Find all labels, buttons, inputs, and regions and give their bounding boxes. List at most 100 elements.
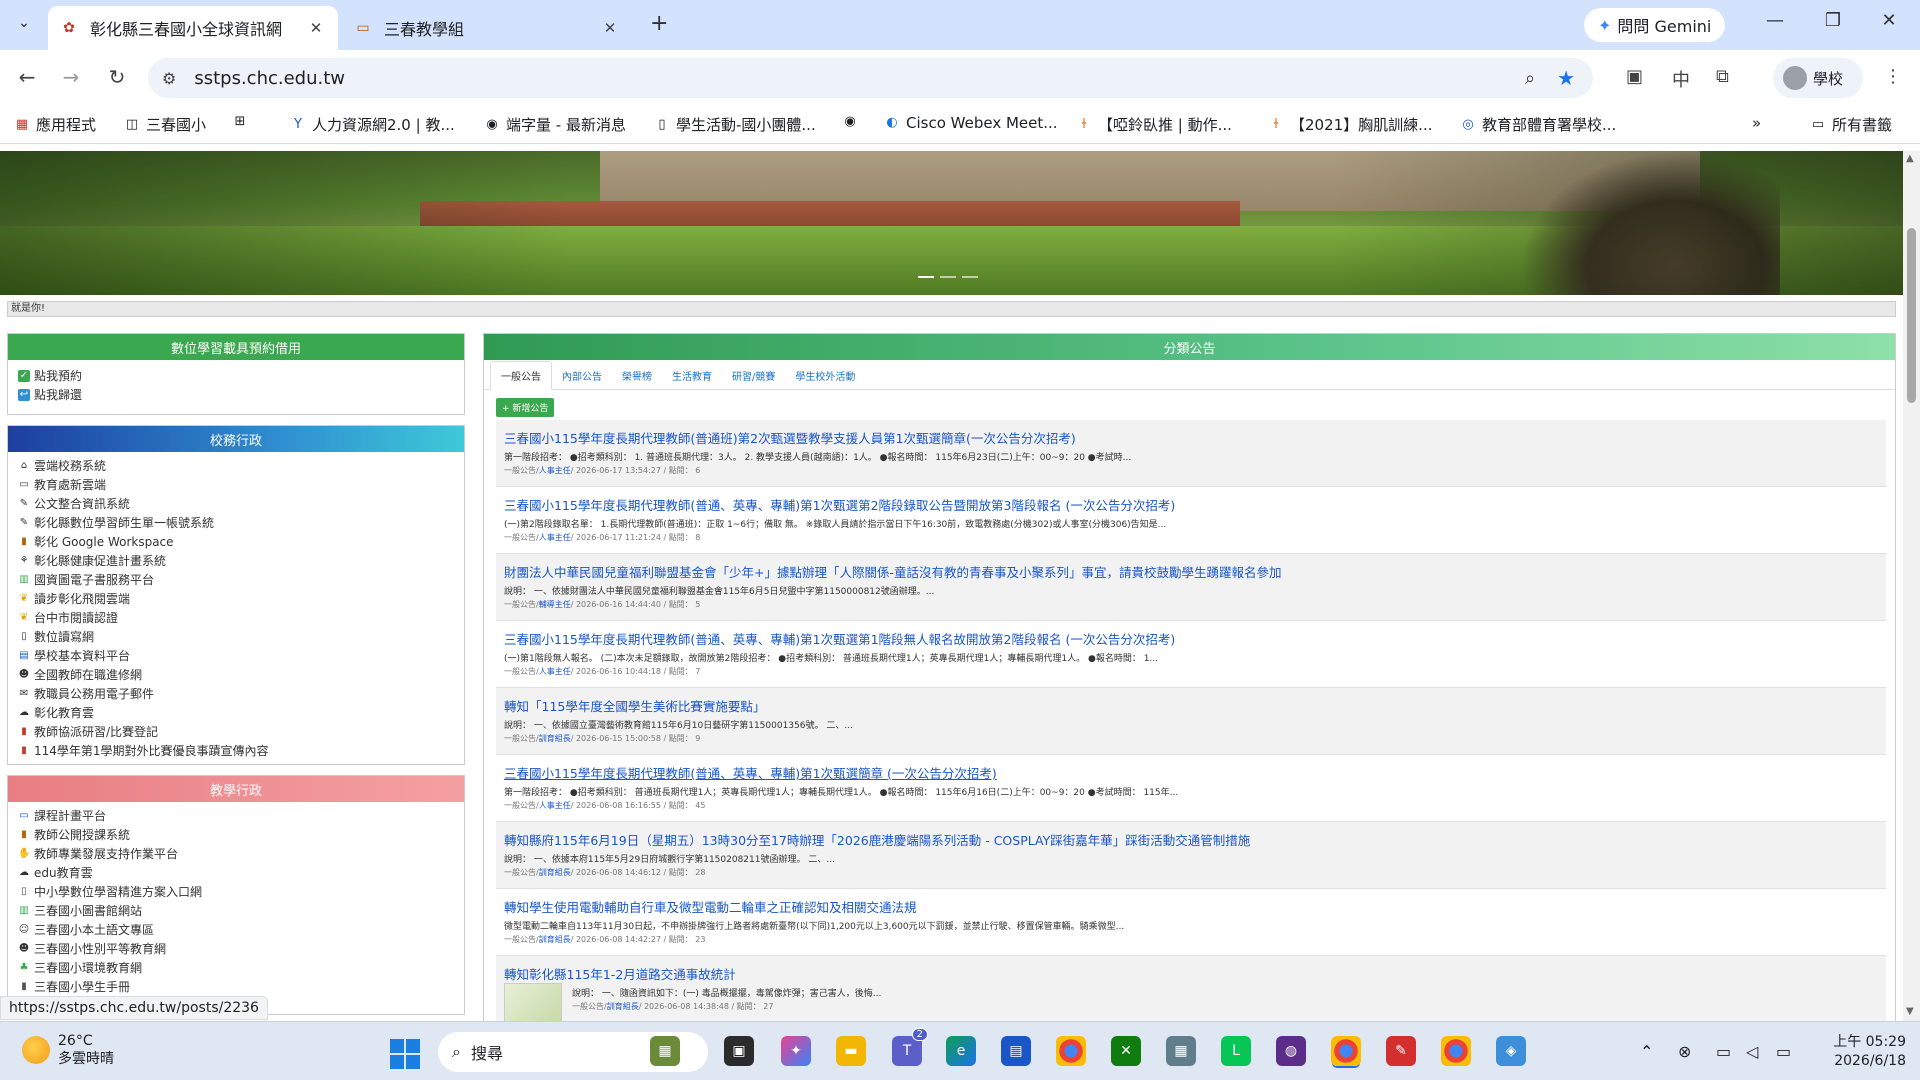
tab-outside-activity[interactable]: 學生校外活動 bbox=[785, 362, 865, 389]
pdf-reader-icon[interactable]: ✎ bbox=[1386, 1036, 1416, 1066]
bookmark-dumbbell[interactable]: ɫ 【啞鈴臥推 | 動作... bbox=[1076, 114, 1231, 135]
volume-icon[interactable]: ◁ bbox=[1746, 1042, 1758, 1061]
post-thumbnail[interactable] bbox=[504, 983, 562, 1021]
bookmark-globe[interactable]: ◉ bbox=[842, 114, 858, 130]
network-app-icon[interactable]: ◈ bbox=[1496, 1036, 1526, 1066]
bookmark-sports[interactable]: ◎ 教育部體育署學校... bbox=[1460, 114, 1616, 135]
network-icon[interactable]: ▭ bbox=[1716, 1042, 1731, 1061]
close-window-button[interactable]: ✕ bbox=[1866, 10, 1912, 31]
link-item[interactable]: ▥ 國資圖電子書服務平台 bbox=[18, 570, 454, 589]
cast-icon[interactable]: ▣ bbox=[1626, 66, 1643, 87]
reload-button[interactable]: ↻ bbox=[104, 65, 130, 89]
profile-button[interactable]: 學校 bbox=[1773, 58, 1863, 98]
tab-school-website[interactable]: ✿ 彰化縣三春國小全球資訊網 ✕ bbox=[48, 6, 338, 50]
link-item[interactable]: ✎ 公文整合資訊系統 bbox=[18, 494, 454, 513]
chrome-active-icon[interactable] bbox=[1331, 1036, 1361, 1066]
carousel-dot[interactable] bbox=[918, 276, 934, 278]
tab-general[interactable]: 一般公告 bbox=[490, 361, 552, 390]
tab-training[interactable]: 研習/競賽 bbox=[722, 362, 785, 389]
post-title[interactable]: 三春國小115學年度長期代理教師(普通、英專、專輔)第1次甄選第2階段錄取公告暨… bbox=[504, 495, 1878, 514]
more-menu-icon[interactable]: ⋮ bbox=[1884, 66, 1902, 87]
more-bookmarks-button[interactable]: » bbox=[1752, 114, 1761, 132]
close-icon[interactable]: ✕ bbox=[600, 19, 620, 37]
system-clock[interactable]: 上午 05:29 2026/6/18 bbox=[1822, 1033, 1906, 1071]
bookmark-webex[interactable]: ◐ Cisco Webex Meet... bbox=[884, 114, 1057, 132]
search-highlight-icon[interactable]: ▦ bbox=[650, 1036, 680, 1066]
new-post-button[interactable]: + 新增公告 bbox=[496, 398, 555, 417]
task-view-icon[interactable]: ▣ bbox=[724, 1036, 754, 1066]
link-item[interactable]: ▭ 教育處新雲端 bbox=[18, 475, 454, 494]
battery-icon[interactable]: ▭ bbox=[1776, 1042, 1791, 1061]
bookmark-star-icon[interactable]: ★ bbox=[1557, 66, 1575, 90]
file-explorer-icon[interactable]: ▬ bbox=[836, 1036, 866, 1066]
post-title[interactable]: 轉知「115學年度全國學生美術比賽實施要點」 bbox=[504, 696, 1878, 715]
link-item[interactable]: ▮ 彰化 Google Workspace bbox=[18, 532, 454, 551]
link-item[interactable]: ▮ 114學年第1學期對外比賽優良事蹟宣傳內容 bbox=[18, 741, 454, 760]
link-item[interactable]: ▯ 中小學數位學習精進方案入口網 bbox=[18, 882, 454, 901]
chevron-up-icon[interactable]: ⌃ bbox=[1640, 1042, 1653, 1061]
forward-button[interactable]: → bbox=[58, 65, 84, 89]
page-scrollbar[interactable]: ▲ ▼ bbox=[1903, 151, 1920, 1021]
link-item[interactable]: ▮ 三春國小學生手冊 bbox=[18, 977, 454, 996]
bookmark-student-activity[interactable]: ▯ 學生活動-國小團體... bbox=[654, 114, 815, 135]
link-item[interactable]: ⌂ 雲端校務系統 bbox=[18, 456, 454, 475]
restore-button[interactable]: ❐ bbox=[1810, 10, 1856, 31]
weather-widget[interactable]: 26°C 多雲時晴 bbox=[22, 1032, 114, 1068]
bookmark-apps[interactable]: ▦ 應用程式 bbox=[14, 114, 96, 135]
url-text[interactable]: sstps.chc.edu.tw bbox=[194, 68, 1525, 89]
scroll-down-icon[interactable]: ▼ bbox=[1906, 1006, 1914, 1017]
tab-honor[interactable]: 榮譽榜 bbox=[612, 362, 662, 389]
app-icon[interactable]: ◍ bbox=[1276, 1036, 1306, 1066]
post-title[interactable]: 三春國小115學年度長期代理教師(普通班)第2次甄選暨教學支援人員第1次甄選簡章… bbox=[504, 428, 1878, 447]
post-title[interactable]: 轉知縣府115年6月19日（星期五）13時30分至17時辦理「2026鹿港慶端陽… bbox=[504, 830, 1878, 849]
link-item[interactable]: ☻ 全國教師在職進修網 bbox=[18, 665, 454, 684]
teams-icon[interactable]: T2 bbox=[892, 1028, 928, 1066]
security-icon[interactable]: ⊗ bbox=[1678, 1042, 1691, 1061]
start-button[interactable] bbox=[390, 1039, 420, 1069]
link-item[interactable]: ▭ 課程計畫平台 bbox=[18, 806, 454, 825]
tab-teaching-group[interactable]: ▭ 三春教學組 ✕ bbox=[342, 6, 632, 50]
tab-life-education[interactable]: 生活教育 bbox=[662, 362, 722, 389]
post-title[interactable]: 三春國小115學年度長期代理教師(普通、英專、專輔)第1次甄選簡章 (一次公告分… bbox=[504, 763, 1878, 782]
back-button[interactable]: ← bbox=[14, 65, 40, 89]
link-item[interactable]: ▮ 教師協派研習/比賽登記 bbox=[18, 722, 454, 741]
link-item[interactable]: ✉ 教職員公務用電子郵件 bbox=[18, 684, 454, 703]
extensions-icon[interactable]: ⧉ bbox=[1716, 66, 1729, 87]
tab-internal[interactable]: 內部公告 bbox=[552, 362, 612, 389]
line-icon[interactable]: L bbox=[1221, 1036, 1251, 1066]
carousel-dot[interactable] bbox=[962, 276, 978, 278]
gemini-button[interactable]: ✦ 問問 Gemini bbox=[1584, 8, 1726, 42]
chrome-icon[interactable] bbox=[1056, 1036, 1086, 1066]
post-title[interactable]: 轉知學生使用電動輔助自行車及微型電動二輪車之正確認知及相關交通法規 bbox=[504, 897, 1878, 916]
post-title[interactable]: 財團法人中華民國兒童福利聯盟基金會「少年+」據點辦理「人際關係-童話沒有教的青春… bbox=[504, 562, 1878, 581]
bookmark-school[interactable]: ◫ 三春國小 bbox=[124, 114, 206, 135]
bookmark-hr[interactable]: Y 人力資源網2.0 | 教... bbox=[290, 114, 455, 135]
all-bookmarks-button[interactable]: ▭ 所有書籤 bbox=[1810, 114, 1892, 135]
chrome-profile-icon[interactable] bbox=[1441, 1036, 1471, 1066]
link-item[interactable]: ☁ 彰化教育雲 bbox=[18, 703, 454, 722]
ime-indicator[interactable]: 中 bbox=[1672, 66, 1690, 92]
scroll-up-icon[interactable]: ▲ bbox=[1906, 153, 1914, 164]
scrollbar-thumb[interactable] bbox=[1907, 228, 1916, 403]
close-icon[interactable]: ✕ bbox=[306, 19, 326, 37]
reserve-link[interactable]: ✓ 點我預約 bbox=[18, 366, 454, 385]
bookmark-chest[interactable]: ɫ 【2021】胸肌訓練... bbox=[1268, 114, 1432, 135]
link-item[interactable]: ☺ 三春國小本土語文專區 bbox=[18, 920, 454, 939]
link-item[interactable]: ♣ 三春國小環境教育網 bbox=[18, 958, 454, 977]
return-link[interactable]: ↩ 點我歸還 bbox=[18, 385, 454, 404]
xbox-icon[interactable]: ✕ bbox=[1111, 1036, 1141, 1066]
bookmark-grid[interactable]: ⊞ bbox=[232, 114, 248, 130]
link-item[interactable]: ▯ 數位讀寫網 bbox=[18, 627, 454, 646]
link-item[interactable]: ❦ 台中市閱讀認證 bbox=[18, 608, 454, 627]
link-item[interactable]: ✎ 彰化縣數位學習師生單一帳號系統 bbox=[18, 513, 454, 532]
copilot-icon[interactable]: ✦ bbox=[781, 1036, 811, 1066]
link-item[interactable]: ▥ 三春國小圖書館網站 bbox=[18, 901, 454, 920]
zoom-icon[interactable]: ⌕ bbox=[1525, 68, 1535, 89]
tab-search-button[interactable]: ⌄ bbox=[10, 9, 38, 37]
calculator-icon[interactable]: ▦ bbox=[1166, 1036, 1196, 1066]
minimize-button[interactable]: — bbox=[1752, 10, 1798, 31]
address-bar[interactable]: ⚙ sstps.chc.edu.tw ⌕ ★ bbox=[148, 58, 1593, 98]
post-title[interactable]: 三春國小115學年度長期代理教師(普通、英專、專輔)第1次甄選第1階段無人報名故… bbox=[504, 629, 1878, 648]
link-item[interactable]: ▮ 教師公開授課系統 bbox=[18, 825, 454, 844]
link-item[interactable]: ▤ 學校基本資料平台 bbox=[18, 646, 454, 665]
